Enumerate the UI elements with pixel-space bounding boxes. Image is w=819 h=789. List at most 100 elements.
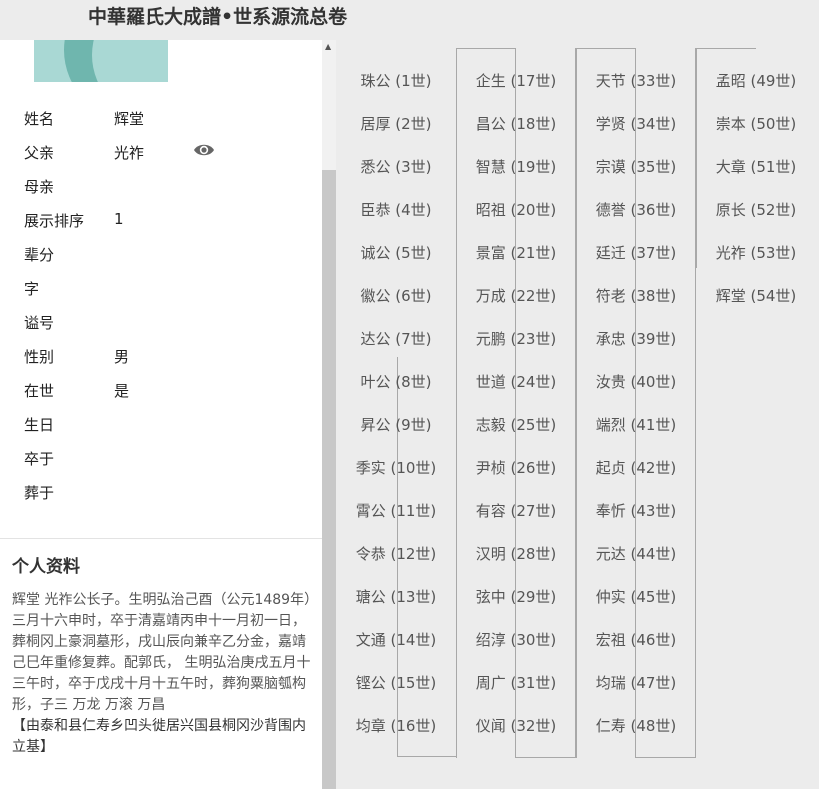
lineage-panel: 珠公 (1世) 居厚 (2世) 悉公 (3世) 臣恭 (4世) 诚公 (5世) … [336, 40, 819, 789]
lineage-entry[interactable]: 居厚 (2世) [336, 103, 456, 146]
bio-note: 【由泰和县仁寿乡凹头徙居兴国县桐冈沙背围内立基】 [12, 718, 306, 755]
lineage-entry[interactable]: 起贞 (42世) [576, 447, 696, 490]
lineage-column-1: 珠公 (1世) 居厚 (2世) 悉公 (3世) 臣恭 (4世) 诚公 (5世) … [336, 60, 456, 748]
field-row-gender: 性别 男 [0, 339, 322, 373]
lineage-entry[interactable]: 周广 (31世) [456, 662, 576, 705]
lineage-entry[interactable]: 企生 (17世) [456, 60, 576, 103]
field-label: 谥号 [24, 314, 55, 332]
field-value: 是 [114, 382, 130, 400]
field-value: 1 [114, 210, 124, 228]
lineage-entry[interactable]: 智慧 (19世) [456, 146, 576, 189]
lineage-entry[interactable]: 臣恭 (4世) [336, 189, 456, 232]
lineage-entry[interactable]: 天节 (33世) [576, 60, 696, 103]
lineage-column-2: 企生 (17世) 昌公 (18世) 智慧 (19世) 昭祖 (20世) 景富 (… [456, 60, 576, 748]
field-row-courtesy-name: 字 [0, 271, 322, 305]
lineage-entry[interactable]: 均章 (16世) [336, 705, 456, 748]
field-row-burial: 葬于 [0, 475, 322, 509]
lineage-entry[interactable]: 悉公 (3世) [336, 146, 456, 189]
field-label: 卒于 [24, 450, 55, 468]
lineage-entry[interactable]: 大章 (51世) [696, 146, 816, 189]
field-value: 辉堂 [114, 110, 145, 128]
lineage-entry[interactable]: 世道 (24世) [456, 361, 576, 404]
lineage-entry[interactable]: 仲实 (45世) [576, 576, 696, 619]
lineage-entry[interactable]: 绍淳 (30世) [456, 619, 576, 662]
lineage-entry[interactable]: 昌公 (18世) [456, 103, 576, 146]
lineage-entry[interactable]: 宏祖 (46世) [576, 619, 696, 662]
lineage-entry[interactable]: 端烈 (41世) [576, 404, 696, 447]
lineage-entry[interactable]: 仁寿 (48世) [576, 705, 696, 748]
lineage-column-3: 天节 (33世) 学贤 (34世) 宗谟 (35世) 德誉 (36世) 廷迁 (… [576, 60, 696, 748]
lineage-entry[interactable]: 原长 (52世) [696, 189, 816, 232]
field-label: 辈分 [24, 246, 55, 264]
field-row-living: 在世 是 [0, 373, 322, 407]
field-row-father: 父亲 光祚 [0, 135, 322, 169]
field-row-name: 姓名 辉堂 [0, 101, 322, 135]
field-label: 性别 [24, 348, 55, 366]
lineage-entry[interactable]: 奉忻 (43世) [576, 490, 696, 533]
profile-panel: 姓名 辉堂 父亲 光祚 母亲 展示排序 1 辈分 字 谥号 性别 男 在世 是 … [0, 40, 322, 789]
lineage-entry[interactable]: 元达 (44世) [576, 533, 696, 576]
lineage-entry[interactable]: 昭祖 (20世) [456, 189, 576, 232]
field-label: 生日 [24, 416, 55, 434]
lineage-entry[interactable]: 霄公 (11世) [336, 490, 456, 533]
lineage-entry[interactable]: 辉堂 (54世) [696, 275, 816, 318]
lineage-entry[interactable]: 学贤 (34世) [576, 103, 696, 146]
lineage-entry[interactable]: 瑭公 (13世) [336, 576, 456, 619]
scrollbar-thumb[interactable] [322, 170, 336, 789]
lineage-entry[interactable]: 达公 (7世) [336, 318, 456, 361]
lineage-entry[interactable]: 元鹏 (23世) [456, 318, 576, 361]
field-label: 母亲 [24, 178, 55, 196]
lineage-entry[interactable]: 均瑞 (47世) [576, 662, 696, 705]
profile-fields: 姓名 辉堂 父亲 光祚 母亲 展示排序 1 辈分 字 谥号 性别 男 在世 是 … [0, 101, 322, 509]
lineage-entry[interactable]: 光祚 (53世) [696, 232, 816, 275]
lineage-entry[interactable]: 志毅 (25世) [456, 404, 576, 447]
lineage-entry[interactable]: 铿公 (15世) [336, 662, 456, 705]
field-row-posthumous-name: 谥号 [0, 305, 322, 339]
lineage-entry[interactable]: 崇本 (50世) [696, 103, 816, 146]
field-label: 姓名 [24, 110, 55, 128]
field-row-birthday: 生日 [0, 407, 322, 441]
bio-paragraph: 辉堂 光祚公长子。生明弘治己酉（公元1489年）三月十六申时，卒于清嘉靖丙申十一… [12, 592, 312, 713]
lineage-entry[interactable]: 孟昭 (49世) [696, 60, 816, 103]
lineage-entry[interactable]: 季实 (10世) [336, 447, 456, 490]
lineage-entry[interactable]: 景富 (21世) [456, 232, 576, 275]
lineage-entry[interactable]: 德誉 (36世) [576, 189, 696, 232]
field-value: 光祚 [114, 144, 145, 162]
field-label: 展示排序 [24, 212, 85, 230]
bio-text: 辉堂 光祚公长子。生明弘治己酉（公元1489年）三月十六申时，卒于清嘉靖丙申十一… [12, 590, 314, 758]
field-label: 葬于 [24, 484, 55, 502]
field-row-generation: 辈分 [0, 237, 322, 271]
lineage-entry[interactable]: 承忠 (39世) [576, 318, 696, 361]
lineage-entry[interactable]: 汝贵 (40世) [576, 361, 696, 404]
lineage-entry[interactable]: 尹桢 (26世) [456, 447, 576, 490]
field-value: 男 [114, 348, 130, 366]
field-label: 字 [24, 280, 40, 298]
lineage-entry[interactable]: 珠公 (1世) [336, 60, 456, 103]
lineage-entry[interactable]: 汉明 (28世) [456, 533, 576, 576]
lineage-entry[interactable]: 令恭 (12世) [336, 533, 456, 576]
lineage-entry[interactable]: 徽公 (6世) [336, 275, 456, 318]
page-header: 中華羅氏大成譜•世系源流总卷 [0, 0, 819, 40]
lineage-entry[interactable]: 万成 (22世) [456, 275, 576, 318]
lineage-entry[interactable]: 仪闻 (32世) [456, 705, 576, 748]
lineage-entry[interactable]: 符老 (38世) [576, 275, 696, 318]
lineage-entry[interactable]: 廷迁 (37世) [576, 232, 696, 275]
field-label: 父亲 [24, 144, 55, 162]
bio-heading: 个人资料 [12, 557, 80, 577]
field-label: 在世 [24, 382, 55, 400]
page-title: 中華羅氏大成譜•世系源流总卷 [88, 6, 348, 28]
lineage-entry[interactable]: 昇公 (9世) [336, 404, 456, 447]
scroll-up-arrow-icon[interactable]: ▲ [325, 42, 331, 51]
field-row-death: 卒于 [0, 441, 322, 475]
lineage-entry[interactable]: 文通 (14世) [336, 619, 456, 662]
field-row-order: 展示排序 1 [0, 203, 322, 237]
vertical-scrollbar[interactable]: ▲ [322, 40, 336, 789]
lineage-entry[interactable]: 诚公 (5世) [336, 232, 456, 275]
eye-icon[interactable] [193, 142, 215, 158]
lineage-entry[interactable]: 弦中 (29世) [456, 576, 576, 619]
field-row-mother: 母亲 [0, 169, 322, 203]
lineage-column-4: 孟昭 (49世) 崇本 (50世) 大章 (51世) 原长 (52世) 光祚 (… [696, 60, 816, 318]
lineage-entry[interactable]: 宗谟 (35世) [576, 146, 696, 189]
lineage-entry[interactable]: 有容 (27世) [456, 490, 576, 533]
lineage-entry[interactable]: 叶公 (8世) [336, 361, 456, 404]
